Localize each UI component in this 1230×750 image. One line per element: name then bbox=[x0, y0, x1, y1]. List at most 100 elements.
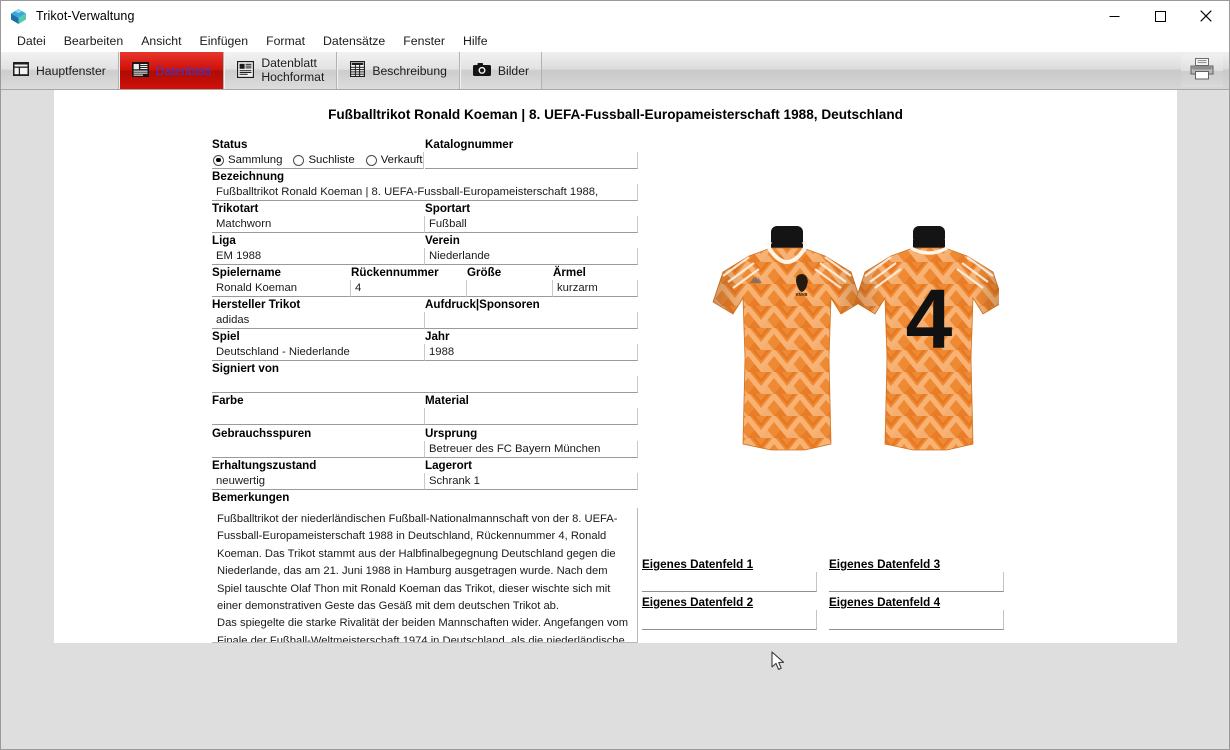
maximize-icon[interactable] bbox=[1137, 1, 1183, 31]
field-value[interactable]: kurzarm bbox=[553, 280, 638, 297]
field-label: Eigenes Datenfeld 1 bbox=[642, 557, 817, 572]
menu-item-bearbeiten[interactable]: Bearbeiten bbox=[55, 31, 132, 52]
menu-item-hilfe[interactable]: Hilfe bbox=[454, 31, 497, 52]
field-value[interactable]: Betreuer des FC Bayern München bbox=[425, 441, 638, 458]
field-label: Status bbox=[212, 138, 424, 152]
record-sheet: Fußballtrikot Ronald Koeman | 8. UEFA-Fu… bbox=[54, 90, 1177, 643]
field-label: Katalognummer bbox=[425, 138, 638, 152]
field-spielername: Spielername Ronald Koeman bbox=[212, 266, 351, 297]
toolbar-label: Beschreibung bbox=[372, 64, 447, 78]
field-label: Bemerkungen bbox=[212, 491, 638, 505]
field-value[interactable] bbox=[212, 408, 425, 425]
radio-sammlung[interactable]: Sammlung bbox=[213, 154, 282, 166]
svg-text:KNVB: KNVB bbox=[796, 292, 808, 297]
field-value[interactable] bbox=[212, 376, 638, 393]
memo-paragraph: Das spiegelte die starke Rivalität der b… bbox=[217, 615, 631, 643]
field-value[interactable] bbox=[642, 610, 817, 630]
datasheet-portrait-icon bbox=[237, 61, 254, 81]
field-label: Ärmel bbox=[553, 266, 638, 280]
field-value[interactable] bbox=[212, 441, 425, 458]
field-value[interactable] bbox=[425, 312, 638, 329]
menu-item-datensaetze[interactable]: Datensätze bbox=[314, 31, 394, 52]
field-bemerkungen-label: Bemerkungen bbox=[212, 491, 638, 505]
field-label: Eigenes Datenfeld 4 bbox=[829, 595, 1004, 610]
field-value[interactable]: EM 1988 bbox=[212, 248, 425, 265]
radio-verkauft[interactable]: Verkauft bbox=[366, 154, 423, 166]
field-label: Erhaltungszustand bbox=[212, 459, 425, 473]
jersey-photo[interactable]: KNVB bbox=[709, 218, 999, 468]
menu-item-datei[interactable]: Datei bbox=[8, 31, 55, 52]
field-value[interactable]: Ronald Koeman bbox=[212, 280, 351, 297]
mouse-cursor bbox=[771, 651, 785, 676]
toolbar-label: Datenblatt bbox=[156, 64, 212, 78]
memo-paragraph: Fußballtrikot der niederländischen Fußba… bbox=[217, 511, 631, 615]
field-spiel: Spiel Deutschland - Niederlande bbox=[212, 330, 425, 361]
field-value[interactable] bbox=[829, 572, 1004, 592]
menu-item-fenster[interactable]: Fenster bbox=[394, 31, 454, 52]
field-value[interactable] bbox=[425, 152, 638, 169]
print-button[interactable] bbox=[1181, 55, 1223, 87]
field-value[interactable] bbox=[642, 572, 817, 592]
field-eigenes-datenfeld-4: Eigenes Datenfeld 4 bbox=[829, 595, 1004, 630]
window-controls bbox=[1091, 1, 1229, 31]
field-value[interactable]: neuwertig bbox=[212, 473, 425, 490]
radio-label: Sammlung bbox=[228, 154, 282, 166]
app-diamond-icon bbox=[10, 8, 27, 25]
window-title: Trikot-Verwaltung bbox=[36, 9, 135, 23]
toolbar-button-datenblatt[interactable]: Datenblatt bbox=[119, 52, 225, 89]
field-value[interactable]: adidas bbox=[212, 312, 425, 329]
field-label: Größe bbox=[467, 266, 553, 280]
field-rueckennummer: Rückennummer 4 bbox=[351, 266, 467, 297]
toolbar-button-beschreibung[interactable]: Beschreibung bbox=[337, 52, 460, 89]
radio-suchliste[interactable]: Suchliste bbox=[293, 154, 354, 166]
page-title: Fußballtrikot Ronald Koeman | 8. UEFA-Fu… bbox=[54, 107, 1177, 122]
field-gebrauchsspuren: Gebrauchsspuren bbox=[212, 427, 425, 458]
field-material: Material bbox=[425, 394, 638, 425]
toolbar: Hauptfenster Datenblatt bbox=[1, 52, 1229, 90]
field-label: Liga bbox=[212, 234, 425, 248]
toolbar-button-bilder[interactable]: Bilder bbox=[460, 52, 542, 89]
radio-dot-icon bbox=[366, 155, 377, 166]
field-value[interactable]: Fußball bbox=[425, 216, 638, 233]
field-eigenes-datenfeld-1: Eigenes Datenfeld 1 bbox=[642, 557, 817, 592]
field-value[interactable]: 4 bbox=[351, 280, 467, 297]
menu-item-einfuegen[interactable]: Einfügen bbox=[191, 31, 258, 52]
field-value[interactable]: Fußballtrikot Ronald Koeman | 8. UEFA-Fu… bbox=[212, 184, 638, 201]
field-value[interactable]: Niederlande bbox=[425, 248, 638, 265]
menu-bar: Datei Bearbeiten Ansicht Einfügen Format… bbox=[1, 31, 1229, 52]
menu-item-ansicht[interactable]: Ansicht bbox=[132, 31, 190, 52]
field-value[interactable] bbox=[829, 610, 1004, 630]
field-value[interactable]: Matchworn bbox=[212, 216, 425, 233]
toolbar-label: Hauptfenster bbox=[36, 64, 106, 78]
title-bar: Trikot-Verwaltung bbox=[1, 1, 1229, 31]
field-label: Jahr bbox=[425, 330, 638, 344]
field-value[interactable]: Schrank 1 bbox=[425, 473, 638, 490]
field-value[interactable] bbox=[425, 408, 638, 425]
bemerkungen-textarea[interactable]: Fußballtrikot der niederländischen Fußba… bbox=[212, 508, 638, 643]
field-status: Status Sammlung Suchliste Verkauft bbox=[212, 138, 424, 169]
field-katalognummer: Katalognummer bbox=[425, 138, 638, 169]
datasheet-icon bbox=[132, 62, 149, 80]
field-label: Eigenes Datenfeld 2 bbox=[642, 595, 817, 610]
toolbar-label: DatenblattHochformat bbox=[261, 57, 324, 85]
work-area: Fußballtrikot Ronald Koeman | 8. UEFA-Fu… bbox=[1, 90, 1229, 749]
toolbar-label: Bilder bbox=[498, 64, 529, 78]
field-value[interactable]: 1988 bbox=[425, 344, 638, 361]
field-value[interactable]: Deutschland - Niederlande bbox=[212, 344, 425, 361]
toolbar-button-datenblatt-hochformat[interactable]: DatenblattHochformat bbox=[224, 52, 337, 89]
jersey-number: 4 bbox=[906, 272, 953, 366]
field-label: Farbe bbox=[212, 394, 425, 408]
camera-icon bbox=[473, 63, 491, 79]
menu-item-format[interactable]: Format bbox=[257, 31, 314, 52]
status-radio-group[interactable]: Sammlung Suchliste Verkauft bbox=[212, 152, 424, 169]
toolbar-button-hauptfenster[interactable]: Hauptfenster bbox=[1, 52, 119, 89]
field-label: Aufdruck|Sponsoren bbox=[425, 298, 638, 312]
field-erhaltungszustand: Erhaltungszustand neuwertig bbox=[212, 459, 425, 490]
field-eigenes-datenfeld-2: Eigenes Datenfeld 2 bbox=[642, 595, 817, 630]
field-farbe: Farbe bbox=[212, 394, 425, 425]
application-window: Trikot-Verwaltung Datei Bearbeiten Ansic… bbox=[0, 0, 1230, 750]
minimize-icon[interactable] bbox=[1091, 1, 1137, 31]
field-label: Material bbox=[425, 394, 638, 408]
field-value[interactable] bbox=[467, 280, 553, 297]
close-icon[interactable] bbox=[1183, 1, 1229, 31]
